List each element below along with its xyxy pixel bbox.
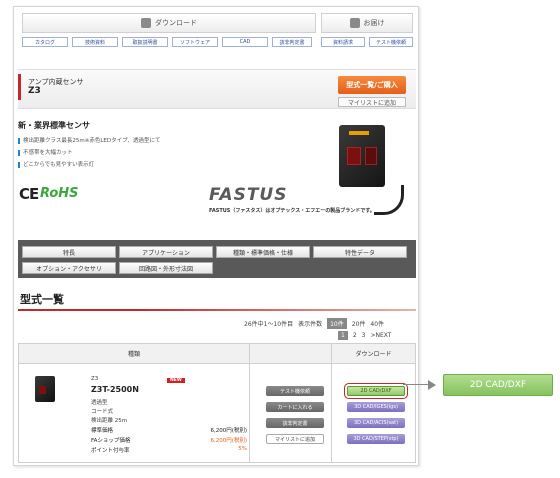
tab-software[interactable]: ソフトウェア: [172, 37, 218, 47]
inquiry-tabs: 資料請求 テスト機依頼: [321, 37, 413, 47]
per-page-label: 表示件数: [298, 321, 323, 328]
std-price-row: 標準価格 6,200円(税別): [91, 426, 247, 434]
tab-catalog[interactable]: カタログ: [22, 37, 68, 47]
product-headline: 新・業界標準センサ: [18, 121, 90, 130]
shop-price-row: FAショップ価格 6,200円(税別): [91, 436, 247, 444]
product-thumbnail: [35, 376, 55, 402]
callout-2d-cad-dxf: 2D CAD/DXF: [443, 374, 553, 396]
col-header-actions: [250, 344, 331, 364]
column-divider: [249, 344, 250, 462]
test-unit-request-button[interactable]: テスト機依頼: [266, 386, 324, 396]
std-price-value: 6,200円(税別): [210, 428, 247, 434]
section-nav: 特長 アプリケーション 種類・標準価格・仕様 特性データ オプション・アクセサリ…: [18, 240, 416, 278]
col-header-type: 種類: [19, 344, 249, 364]
item-model[interactable]: Z3T-2500N: [91, 385, 139, 394]
rohs-logo: RoHS: [40, 186, 79, 201]
pagination: 1 2 3 >NEXT: [338, 331, 391, 340]
points-row: ポイント付与率 5%: [91, 446, 247, 454]
std-price-label: 標準価格: [91, 428, 114, 434]
column-divider: [331, 344, 332, 462]
per-page-10[interactable]: 10件: [327, 318, 347, 329]
sensor-cable: [374, 185, 404, 215]
nav-characteristics[interactable]: 特性データ: [313, 246, 407, 258]
new-badge: NEW: [167, 378, 185, 383]
receiver-lens: [365, 147, 377, 165]
model-list-title: 型式一覧: [20, 293, 64, 306]
product-page: ダウンロード お届け カタログ 技術資料 取扱説明書 ソフトウェア CAD 該非…: [13, 6, 419, 466]
item-distance: 検出距離 25m: [91, 418, 128, 424]
feature-item: どこからでも見やすい表示灯: [18, 159, 160, 171]
per-page-40[interactable]: 40件: [370, 319, 384, 328]
tab-manual[interactable]: 取扱説明書: [122, 37, 168, 47]
product-header: アンプ内蔵センサ Z3 型式一覧/ご購入 マイリストに追加: [18, 69, 416, 109]
download-icon: [141, 18, 151, 28]
nav-types-specs[interactable]: 種類・標準価格・仕様: [216, 246, 310, 258]
next-page-link[interactable]: >NEXT: [370, 332, 391, 339]
nav-applications[interactable]: アプリケーション: [119, 246, 213, 258]
add-to-cart-button[interactable]: カートに入れる: [266, 402, 324, 412]
tab-tech-docs[interactable]: 技術資料: [72, 37, 118, 47]
page-1[interactable]: 1: [338, 331, 348, 340]
callout-arrow-icon: [428, 380, 436, 390]
model-list-buy-button[interactable]: 型式一覧/ご購入: [338, 76, 406, 94]
feature-item: 不感帯を大幅カット: [18, 147, 160, 159]
tab-document-request[interactable]: 資料請求: [321, 37, 365, 47]
page-2[interactable]: 2: [353, 332, 357, 339]
points-value: 5%: [238, 446, 247, 452]
download-3d-cad-acis-button[interactable]: 3D CAD/ACIS(sat): [347, 418, 405, 428]
col-header-download: ダウンロード: [332, 344, 415, 364]
download-2d-cad-dxf-button[interactable]: 2D CAD/DXF: [347, 386, 405, 396]
feature-item: 検出距離クラス最長25m※赤色LEDタイプ、透過型にて: [18, 135, 160, 147]
box-icon: [349, 18, 360, 28]
result-summary: 26件中1～10件目 表示件数 10件 20件 40件: [244, 318, 384, 329]
product-image: [339, 125, 385, 187]
accent-bar: [18, 74, 21, 100]
inquiry-header: お届け: [321, 13, 413, 33]
shop-price-label: FAショップ価格: [91, 438, 131, 444]
nav-options[interactable]: オプション・アクセサリ: [22, 262, 116, 274]
ce-mark: CE: [19, 185, 39, 203]
inquiry-header-label: お届け: [363, 19, 385, 27]
result-range: 26件中1～10件目: [244, 321, 294, 328]
page-3[interactable]: 3: [362, 332, 366, 339]
download-header-label: ダウンロード: [155, 19, 197, 27]
indicator-light: [349, 131, 369, 135]
nav-circuit-dimensions[interactable]: 回路図・外形寸法図: [119, 262, 213, 274]
emitter-lens: [347, 147, 361, 165]
download-3d-cad-iges-button[interactable]: 3D CAD/IGES(igs): [347, 402, 405, 412]
model-table: 種類 ダウンロード Z3 NEW Z3T-2500N 透過型 コード式 検出距離…: [18, 343, 416, 463]
fastus-logo: FASTUS: [209, 185, 288, 205]
callout-arrow-line: [403, 384, 431, 385]
tab-test-unit-request[interactable]: テスト機依頼: [369, 37, 413, 47]
brand-note: FASTUS（ファスタス）はオプテックス・エフエーの製品ブランドです。: [209, 208, 375, 214]
item-series: Z3: [91, 376, 99, 382]
feature-list: 検出距離クラス最長25m※赤色LEDタイプ、透過型にて 不感帯を大幅カット どこ…: [18, 135, 160, 171]
download-header: ダウンロード: [22, 13, 316, 33]
shop-price-value: 6,200円(税別): [210, 438, 247, 444]
add-to-mylist-button[interactable]: マイリストに追加: [266, 434, 324, 444]
tab-cad[interactable]: CAD: [222, 37, 268, 47]
add-to-mylist-button[interactable]: マイリストに追加: [338, 97, 406, 107]
nav-features[interactable]: 特長: [22, 246, 116, 258]
item-cable: コード式: [91, 409, 114, 415]
item-type: 透過型: [91, 400, 108, 406]
download-tabs: カタログ 技術資料 取扱説明書 ソフトウェア CAD 該非判定書: [22, 37, 312, 47]
title-rule: [18, 309, 416, 311]
points-label: ポイント付与率: [91, 448, 130, 454]
export-judgment-button[interactable]: 該非判定書: [266, 418, 324, 428]
product-name: Z3: [28, 86, 41, 96]
per-page-20[interactable]: 20件: [352, 319, 366, 328]
download-3d-cad-step-button[interactable]: 3D CAD/STEP(stp): [347, 434, 405, 444]
tab-export-judgment[interactable]: 該非判定書: [272, 37, 312, 47]
